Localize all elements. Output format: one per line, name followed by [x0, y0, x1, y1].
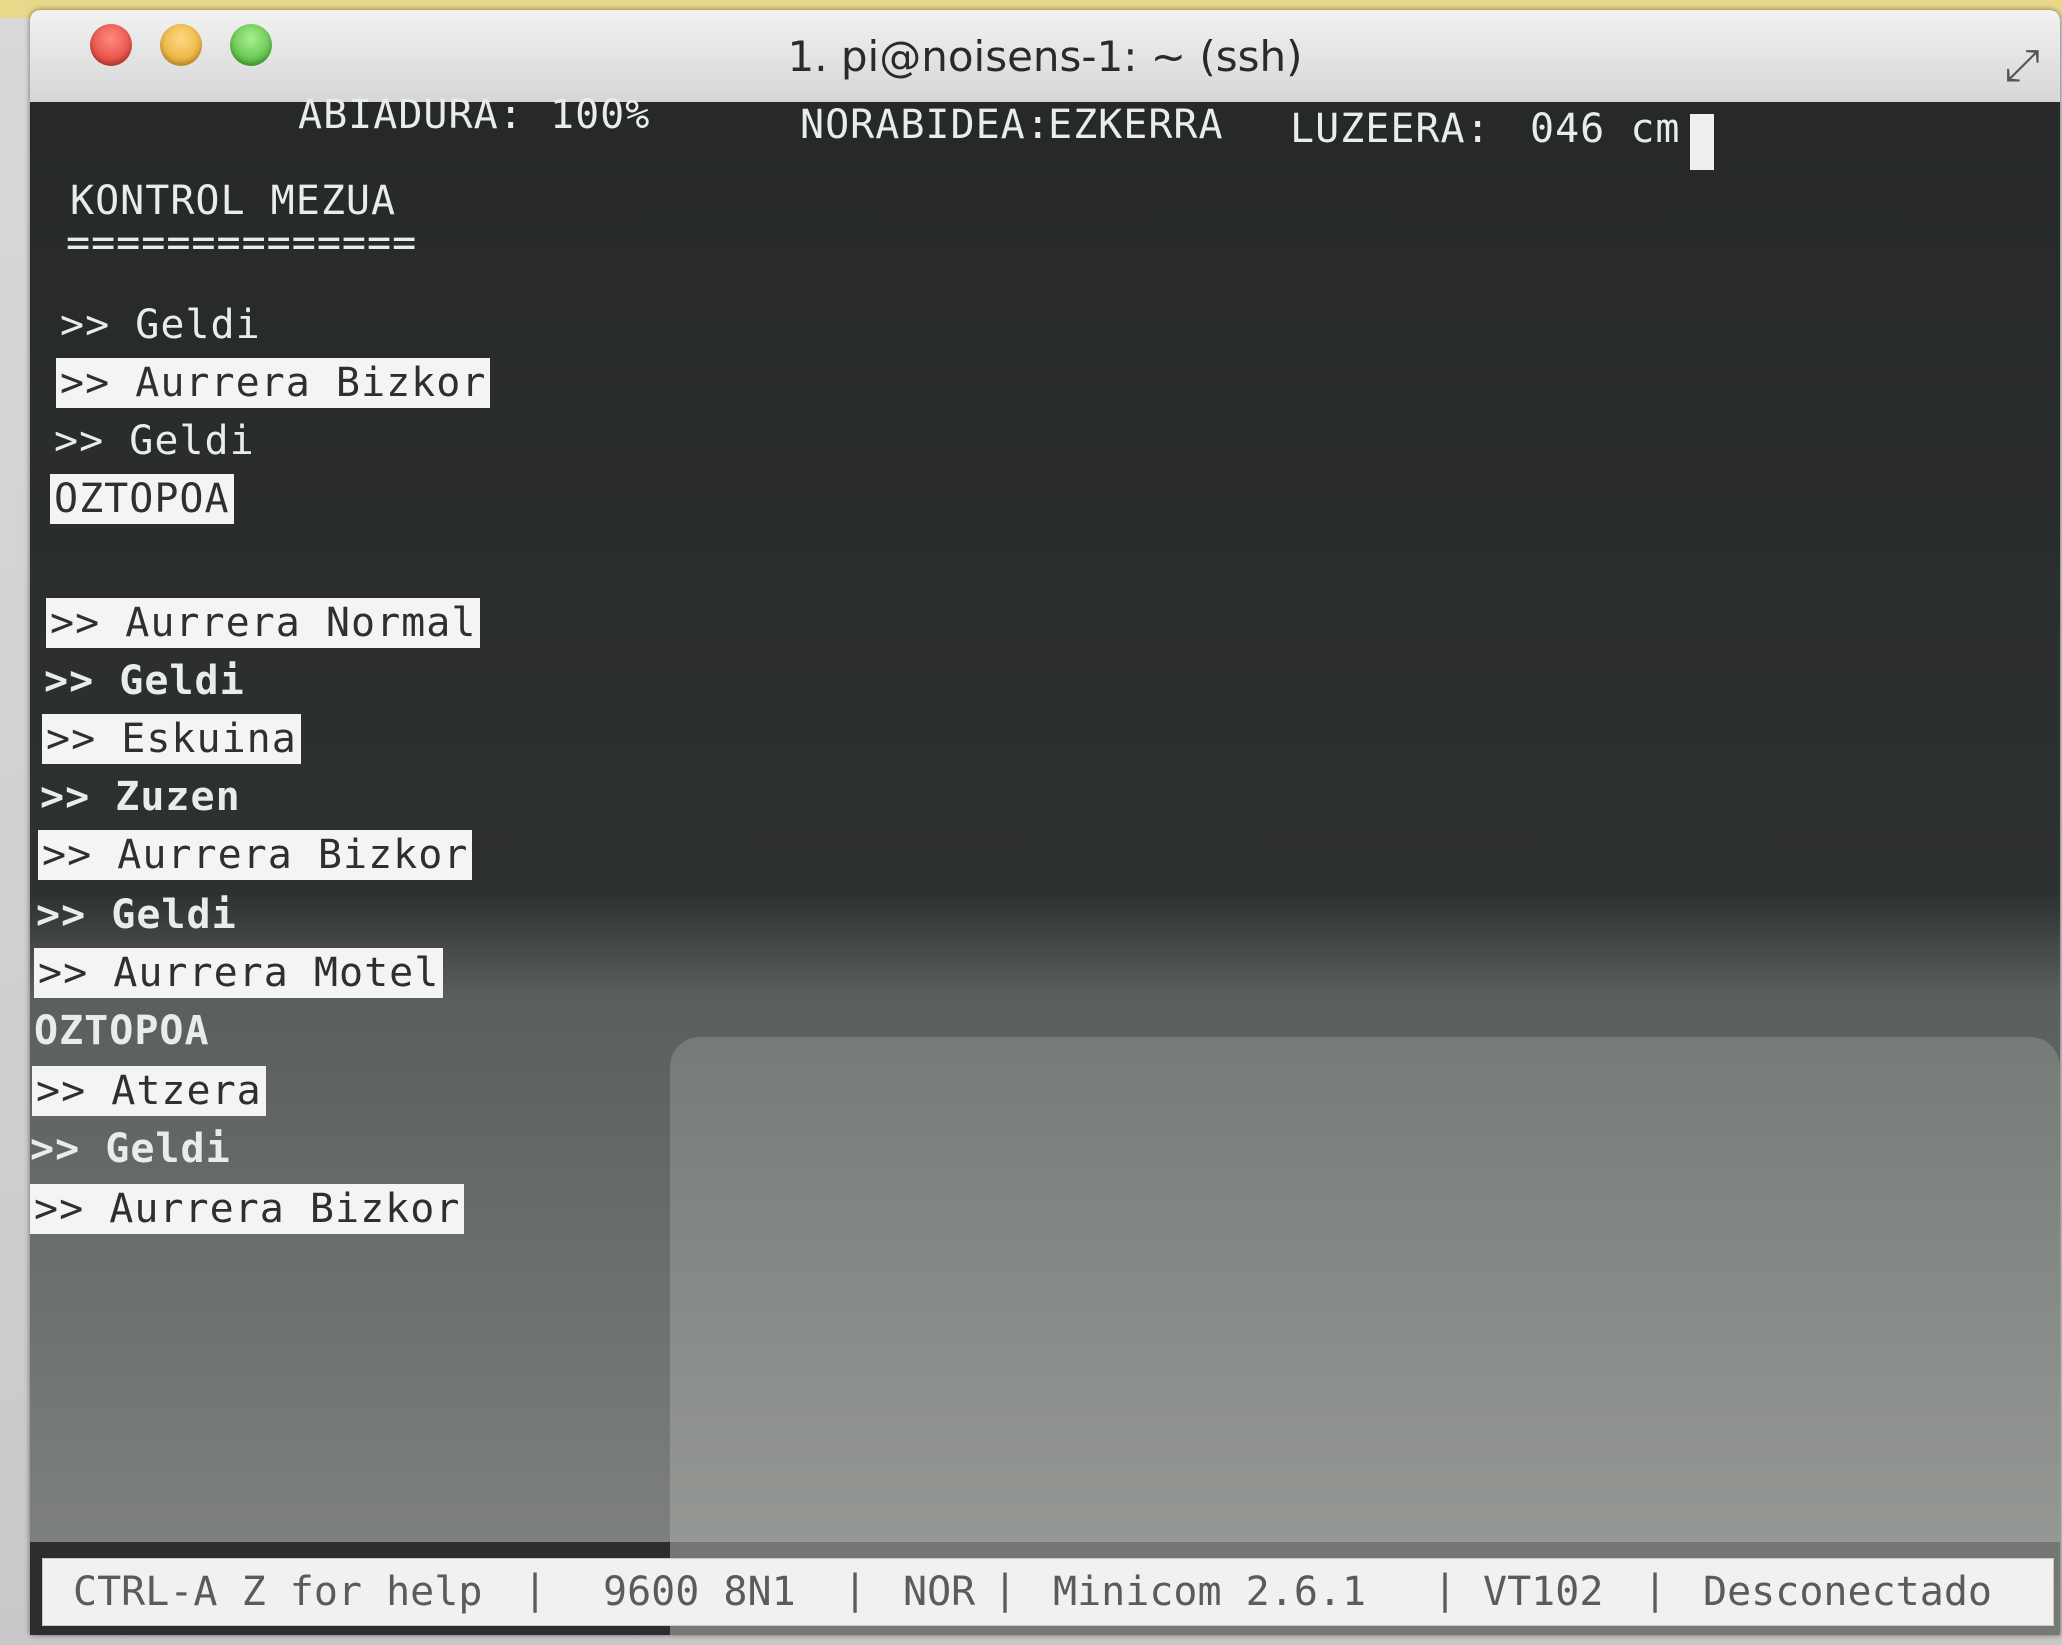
- message-line: >> Geldi: [36, 892, 237, 938]
- message-line: >> Aurrera Bizkor: [38, 830, 473, 880]
- message-line: >> Aurrera Bizkor: [30, 1184, 465, 1234]
- window-title: 1. pi@noisens-1: ~ (ssh): [787, 32, 1303, 81]
- message-line: OZTOPOA: [50, 474, 234, 524]
- status-separator: |: [843, 1567, 868, 1613]
- status-separator: |: [1643, 1567, 1668, 1613]
- message-text: >> Aurrera Motel: [34, 948, 444, 998]
- message-text: >> Geldi: [36, 892, 237, 938]
- status-bar: CTRL-A Z for help | 9600 8N1 | NOR | Min…: [42, 1558, 2054, 1626]
- status-mode: NOR: [903, 1569, 976, 1615]
- message-text: >> Geldi: [54, 418, 255, 464]
- message-text: OZTOPOA: [50, 474, 234, 524]
- message-line: >> Aurrera Motel: [34, 948, 444, 998]
- status-separator: |: [1433, 1567, 1458, 1613]
- message-line: OZTOPOA: [34, 1008, 210, 1054]
- section-title: KONTROL MEZUA: [70, 178, 397, 224]
- message-line: >> Geldi: [44, 658, 245, 704]
- status-separator: |: [993, 1567, 1018, 1613]
- message-text: >> Geldi: [30, 1126, 231, 1172]
- message-text: OZTOPOA: [34, 1008, 210, 1054]
- message-line: >> Atzera: [32, 1066, 266, 1116]
- direction-value: EZKERRA: [1048, 102, 1224, 148]
- speed-label: ABIADURA:: [298, 92, 524, 138]
- distance-value: 046 cm: [1530, 106, 1681, 152]
- status-connection: Desconectado: [1703, 1569, 1992, 1615]
- status-separator: |: [523, 1567, 548, 1613]
- message-line: >> Geldi: [30, 1126, 231, 1172]
- message-text: >> Eskuina: [42, 714, 301, 764]
- distance-label: LUZEERA:: [1290, 106, 1491, 152]
- status-help: CTRL-A Z for help: [73, 1569, 483, 1615]
- message-text: >> Geldi: [60, 302, 261, 348]
- message-text: >> Atzera: [32, 1066, 266, 1116]
- message-line: >> Aurrera Normal: [46, 598, 481, 648]
- message-text: >> Zuzen: [40, 774, 241, 820]
- terminal-window: 1. pi@noisens-1: ~ (ssh) ⤢ ABIADURA: 100…: [30, 10, 2060, 1635]
- status-app: Minicom 2.6.1: [1053, 1569, 1367, 1615]
- status-term: VT102: [1483, 1569, 1604, 1615]
- title-bar: 1. pi@noisens-1: ~ (ssh) ⤢: [30, 10, 2060, 103]
- message-text: >> Geldi: [44, 658, 245, 704]
- speed-value: 100%: [550, 92, 651, 138]
- message-line: >> Geldi: [60, 302, 261, 348]
- screen-reflection: [670, 1037, 2060, 1635]
- terminal-area[interactable]: ABIADURA: 100% NORABIDEA: EZKERRA LUZEER…: [30, 92, 2060, 1635]
- message-line: >> Aurrera Bizkor: [56, 358, 491, 408]
- direction-label: NORABIDEA:: [800, 102, 1051, 148]
- message-text: >> Aurrera Bizkor: [30, 1184, 465, 1234]
- status-baud: 9600 8N1: [603, 1569, 796, 1615]
- message-line: >> Geldi: [54, 418, 255, 464]
- section-underline: ==============: [66, 220, 418, 266]
- text-cursor: [1690, 114, 1714, 170]
- fullscreen-icon[interactable]: ⤢: [2005, 40, 2040, 91]
- message-text: >> Aurrera Normal: [46, 598, 481, 648]
- message-line: >> Zuzen: [40, 774, 241, 820]
- message-line: >> Eskuina: [42, 714, 301, 764]
- message-text: >> Aurrera Bizkor: [38, 830, 473, 880]
- message-text: >> Aurrera Bizkor: [56, 358, 491, 408]
